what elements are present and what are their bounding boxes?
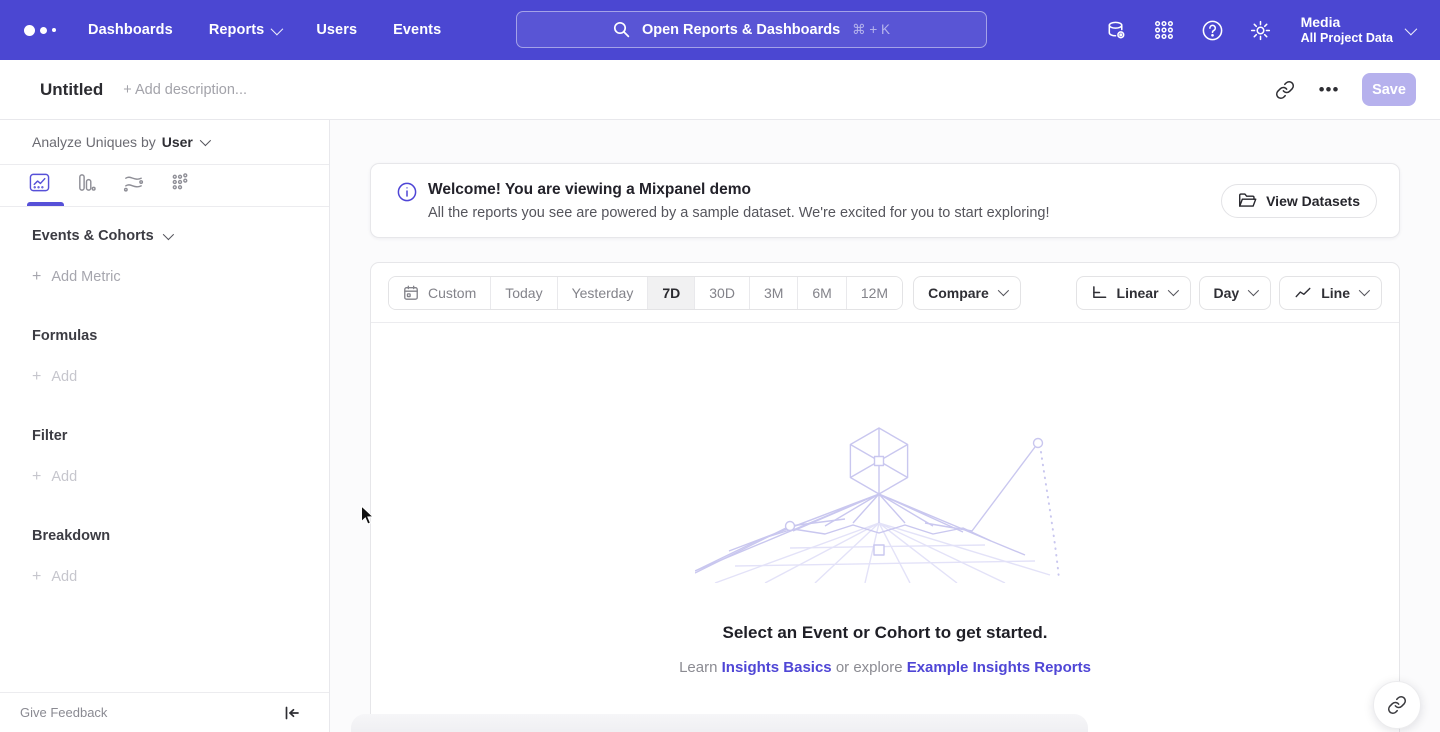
chart-type-tabs bbox=[0, 165, 329, 207]
project-switcher[interactable]: Media All Project Data bbox=[1301, 14, 1414, 46]
settings-gear-icon[interactable] bbox=[1249, 19, 1272, 42]
calendar-icon bbox=[403, 285, 419, 301]
empty-state-illustration bbox=[695, 423, 1075, 583]
search-placeholder: Open Reports & Dashboards bbox=[642, 22, 840, 38]
demo-welcome-banner: Welcome! You are viewing a Mixpanel demo… bbox=[370, 163, 1400, 238]
nav-item-dashboards[interactable]: Dashboards bbox=[88, 22, 173, 38]
plus-icon: + bbox=[32, 268, 41, 286]
section-formulas: Formulas bbox=[32, 328, 297, 344]
apps-grid-icon[interactable] bbox=[1153, 19, 1176, 42]
middle-text: or explore bbox=[836, 659, 903, 676]
empty-state-subtitle: Learn Insights Basics or explore Example… bbox=[679, 659, 1091, 676]
chevron-down-icon bbox=[1248, 285, 1259, 296]
top-nav: Dashboards Reports Users Events Open Rep… bbox=[0, 0, 1440, 60]
chevron-down-icon bbox=[162, 229, 173, 240]
add-breakdown-button[interactable]: + Add bbox=[32, 568, 297, 586]
sidebar-footer: Give Feedback bbox=[0, 692, 329, 732]
view-datasets-button[interactable]: View Datasets bbox=[1221, 184, 1377, 218]
empty-state: Select an Event or Cohort to get started… bbox=[371, 423, 1399, 676]
range-7d[interactable]: 7D bbox=[647, 277, 694, 309]
folder-icon bbox=[1238, 192, 1257, 209]
range-12m[interactable]: 12M bbox=[846, 277, 902, 309]
selected-tab-indicator bbox=[27, 202, 64, 206]
collapse-sidebar-icon[interactable] bbox=[283, 704, 301, 722]
search-shortcut: ⌘ + K bbox=[852, 22, 890, 38]
plus-icon: + bbox=[32, 568, 41, 586]
range-6m[interactable]: 6M bbox=[797, 277, 845, 309]
range-today[interactable]: Today bbox=[490, 277, 556, 309]
tab-flow-chart[interactable] bbox=[122, 172, 144, 194]
chart-type-selector[interactable]: Line bbox=[1279, 276, 1382, 310]
flow-chart-icon bbox=[123, 172, 144, 193]
learn-prefix: Learn bbox=[679, 659, 717, 676]
empty-state-title: Select an Event or Cohort to get started… bbox=[723, 623, 1048, 643]
section-filter: Filter bbox=[32, 428, 297, 444]
line-chart-icon bbox=[1294, 285, 1312, 300]
section-events-cohorts[interactable]: Events & Cohorts bbox=[32, 228, 297, 244]
range-30d[interactable]: 30D bbox=[694, 277, 749, 309]
range-3m[interactable]: 3M bbox=[749, 277, 797, 309]
analyze-row: Analyze Uniques by User bbox=[0, 120, 329, 165]
share-link-button[interactable] bbox=[1373, 681, 1421, 729]
chevron-down-icon bbox=[271, 22, 284, 35]
mixpanel-logo[interactable] bbox=[0, 25, 56, 36]
analyze-value-dropdown[interactable]: User bbox=[162, 134, 208, 150]
tab-scatter-chart[interactable] bbox=[169, 172, 191, 194]
granularity-selector[interactable]: Day bbox=[1199, 276, 1272, 310]
range-yesterday[interactable]: Yesterday bbox=[557, 277, 648, 309]
range-custom[interactable]: Custom bbox=[389, 277, 490, 309]
report-description-placeholder[interactable]: + Add description... bbox=[123, 82, 247, 98]
tab-line-chart[interactable] bbox=[28, 172, 50, 194]
scatter-chart-icon bbox=[170, 172, 191, 193]
plus-icon: + bbox=[32, 468, 41, 486]
compare-button[interactable]: Compare bbox=[913, 276, 1021, 310]
nav-item-events[interactable]: Events bbox=[393, 22, 441, 38]
banner-title: Welcome! You are viewing a Mixpanel demo bbox=[428, 181, 1050, 199]
plus-icon: + bbox=[32, 368, 41, 386]
chevron-down-icon bbox=[200, 135, 211, 146]
main-content: Welcome! You are viewing a Mixpanel demo… bbox=[330, 120, 1440, 732]
nav-item-users[interactable]: Users bbox=[316, 22, 357, 38]
tab-bar-chart[interactable] bbox=[75, 172, 97, 194]
add-formula-button[interactable]: + Add bbox=[32, 368, 297, 386]
nav-item-reports[interactable]: Reports bbox=[209, 22, 281, 38]
data-management-icon[interactable] bbox=[1105, 19, 1128, 42]
date-range-segmented-control: Custom Today Yesterday 7D 30D 3M 6M 12M bbox=[388, 276, 903, 310]
scale-selector[interactable]: Linear bbox=[1076, 276, 1191, 310]
chart-toolbar: Custom Today Yesterday 7D 30D 3M 6M 12M … bbox=[371, 263, 1399, 323]
add-metric-button[interactable]: + Add Metric bbox=[32, 268, 297, 286]
query-sidebar: Analyze Uniques by User bbox=[0, 120, 330, 732]
give-feedback-link[interactable]: Give Feedback bbox=[20, 705, 107, 720]
example-reports-link[interactable]: Example Insights Reports bbox=[907, 659, 1091, 676]
global-search[interactable]: Open Reports & Dashboards ⌘ + K bbox=[516, 11, 987, 48]
chevron-down-icon bbox=[1405, 22, 1418, 35]
linear-scale-icon bbox=[1091, 285, 1108, 300]
save-button[interactable]: Save bbox=[1362, 73, 1416, 106]
project-name: Media bbox=[1301, 14, 1393, 31]
insights-basics-link[interactable]: Insights Basics bbox=[722, 659, 832, 676]
project-scope: All Project Data bbox=[1301, 31, 1393, 46]
help-icon[interactable] bbox=[1201, 19, 1224, 42]
link-icon bbox=[1387, 695, 1407, 715]
analyze-label: Analyze Uniques by bbox=[32, 134, 156, 150]
search-icon bbox=[613, 21, 630, 38]
more-options-icon[interactable]: ••• bbox=[1318, 79, 1340, 101]
chevron-down-icon bbox=[998, 285, 1009, 296]
section-breakdown: Breakdown bbox=[32, 528, 297, 544]
nav-right: Media All Project Data bbox=[1105, 0, 1440, 60]
chevron-down-icon bbox=[1167, 285, 1178, 296]
bottom-panel-peek[interactable] bbox=[351, 714, 1088, 732]
copy-link-icon[interactable] bbox=[1274, 79, 1296, 101]
line-chart-icon bbox=[29, 172, 50, 193]
insights-chart-card: Custom Today Yesterday 7D 30D 3M 6M 12M … bbox=[370, 262, 1400, 732]
add-filter-button[interactable]: + Add bbox=[32, 468, 297, 486]
bar-chart-icon bbox=[76, 172, 97, 193]
report-header: Untitled + Add description... ••• Save bbox=[0, 60, 1440, 120]
report-title[interactable]: Untitled bbox=[40, 80, 103, 100]
chevron-down-icon bbox=[1359, 285, 1370, 296]
nav-items: Dashboards Reports Users Events bbox=[88, 22, 441, 38]
info-icon bbox=[397, 182, 417, 202]
banner-body: All the reports you see are powered by a… bbox=[428, 205, 1050, 221]
